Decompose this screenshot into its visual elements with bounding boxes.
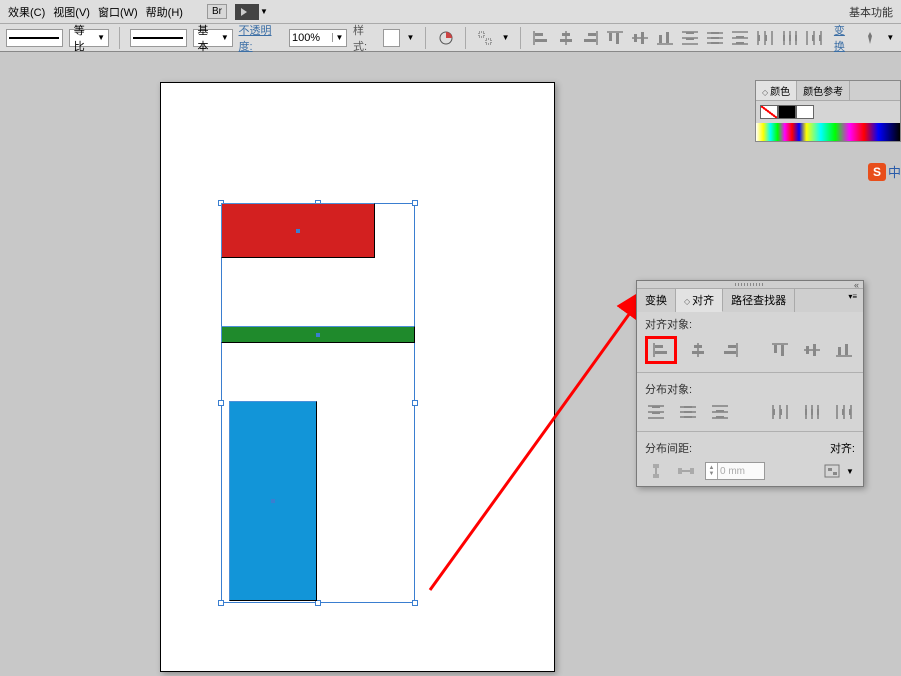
align-right-icon[interactable] (581, 28, 600, 48)
panel-grip[interactable]: « (637, 281, 863, 289)
arrange-docs-button[interactable] (235, 4, 259, 20)
color-spectrum[interactable] (756, 123, 900, 141)
align-to-caret[interactable]: ▼ (845, 467, 855, 476)
shape-blue[interactable] (229, 401, 317, 601)
distribute-vcenter-icon[interactable] (705, 28, 724, 48)
btn-align-to[interactable] (821, 460, 843, 482)
brush-preview[interactable] (130, 29, 187, 47)
btn-dist-top[interactable] (645, 401, 667, 423)
style-caret[interactable]: ▼ (406, 33, 415, 42)
btn-align-bottom[interactable] (833, 339, 855, 361)
distribute-top-icon[interactable] (681, 28, 700, 48)
btn-spacing-horiz[interactable] (675, 460, 697, 482)
btn-spacing-vert[interactable] (645, 460, 667, 482)
shape-red[interactable] (221, 203, 375, 258)
stepper-icon[interactable]: ▲▼ (706, 463, 718, 479)
center-blue (271, 499, 275, 503)
align-hcenter-icon[interactable] (556, 28, 575, 48)
highlight-annotation (645, 336, 677, 364)
style-swatch[interactable] (383, 29, 400, 47)
opacity-input[interactable]: ▼ (289, 29, 347, 47)
distribute-bottom-icon[interactable] (730, 28, 749, 48)
align-bottom-icon[interactable] (656, 28, 675, 48)
handle-bl[interactable] (218, 600, 224, 606)
handle-tr[interactable] (412, 200, 418, 206)
style-label: 样式: (353, 22, 377, 54)
align-vcenter-icon[interactable] (631, 28, 650, 48)
ime-indicator: S 中 (868, 162, 901, 181)
align-panel: « 变换 对齐 路径查找器 ▾≡ 对齐对象: 分布对象: (636, 280, 864, 487)
bridge-button[interactable]: Br (207, 4, 227, 19)
btn-dist-bottom[interactable] (709, 401, 731, 423)
shape-green[interactable] (221, 326, 415, 343)
ime-lang[interactable]: 中 (888, 162, 901, 181)
pin-icon[interactable] (861, 28, 880, 48)
tab-color[interactable]: 颜色 (756, 81, 797, 100)
tab-pathfinder[interactable]: 路径查找器 (723, 289, 795, 312)
btn-dist-right[interactable] (833, 401, 855, 423)
artboard[interactable] (160, 82, 555, 672)
align-top-icon[interactable] (606, 28, 625, 48)
btn-dist-hcenter[interactable] (801, 401, 823, 423)
swatch-black[interactable] (778, 105, 796, 119)
menu-help[interactable]: 帮助(H) (142, 4, 187, 20)
panel-menu-icon[interactable]: ▾≡ (842, 289, 863, 312)
distribute-right-icon[interactable] (805, 28, 824, 48)
btn-align-top[interactable] (769, 339, 791, 361)
align-left-icon[interactable] (531, 28, 550, 48)
menu-effect[interactable]: 效果(C) (4, 4, 49, 20)
btn-dist-left[interactable] (769, 401, 791, 423)
align-objects-label: 对齐对象: (645, 316, 855, 332)
tab-transform[interactable]: 变换 (637, 289, 676, 312)
btn-align-hcenter[interactable] (687, 339, 709, 361)
opacity-field[interactable] (290, 32, 332, 44)
btn-align-vcenter[interactable] (801, 339, 823, 361)
opacity-label[interactable]: 不透明度: (239, 22, 283, 54)
center-red (296, 229, 300, 233)
recolor-icon[interactable] (436, 28, 455, 48)
swatch-white[interactable] (796, 105, 814, 119)
select-similar-icon[interactable] (476, 28, 495, 48)
btn-align-right[interactable] (719, 339, 741, 361)
stroke-uniform-drop[interactable]: 等比▼ (69, 29, 109, 47)
btn-align-left[interactable] (650, 339, 672, 361)
distribute-spacing-label: 分布间距: (645, 440, 692, 456)
tab-color-guide[interactable]: 颜色参考 (797, 81, 850, 100)
distribute-hcenter-icon[interactable] (780, 28, 799, 48)
center-green (316, 333, 320, 337)
distribute-objects-label: 分布对象: (645, 381, 855, 397)
sogou-icon[interactable]: S (868, 163, 886, 181)
color-panel: 颜色 颜色参考 (755, 80, 901, 142)
align-to-label: 对齐: (830, 440, 855, 456)
btn-dist-vcenter[interactable] (677, 401, 699, 423)
workspace-label[interactable]: 基本功能 (849, 4, 893, 20)
tab-align[interactable]: 对齐 (676, 289, 723, 312)
distribute-left-icon[interactable] (755, 28, 774, 48)
handle-mr[interactable] (412, 400, 418, 406)
brush-basic-drop[interactable]: 基本▼ (193, 29, 233, 47)
transform-link[interactable]: 变换 (834, 22, 855, 54)
arrange-docs-caret[interactable]: ▼ (259, 7, 269, 16)
spacing-input[interactable] (718, 463, 764, 479)
stroke-weight-preview[interactable] (6, 29, 63, 47)
menu-window[interactable]: 窗口(W) (94, 4, 142, 20)
handle-br[interactable] (412, 600, 418, 606)
handle-ml[interactable] (218, 400, 224, 406)
swatch-none[interactable] (760, 105, 778, 119)
spacing-value-box[interactable]: ▲▼ (705, 462, 765, 480)
panel-collapse-icon[interactable]: « (854, 280, 859, 290)
menu-view[interactable]: 视图(V) (49, 4, 94, 20)
